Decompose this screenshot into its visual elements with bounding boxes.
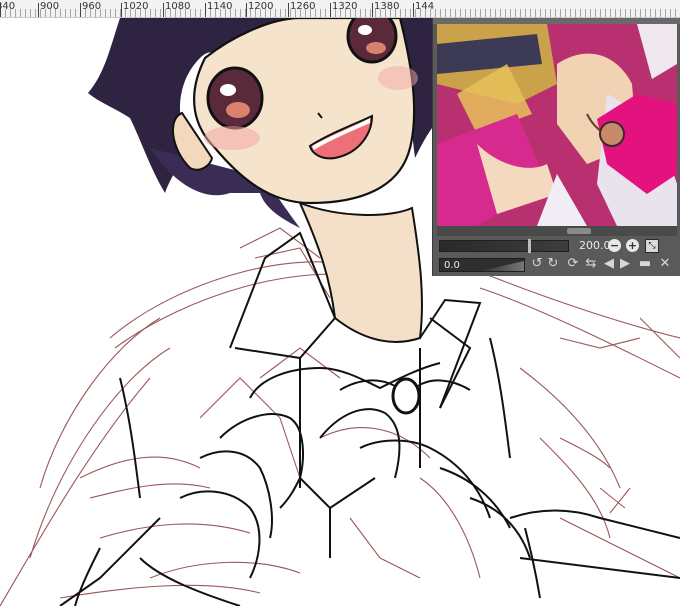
ruler-label: 1140 [207,1,233,12]
zoom-value[interactable]: 200.0 [579,239,611,252]
ruler-major-tick [38,3,39,17]
ruler-label: 1260 [290,1,316,12]
drawing-canvas[interactable]: 200.0 − + ⤡ 0.0 ↺ ↻ ⟳ ⇆ ◀ ▶ ▬ ✕ [0,18,680,606]
ruler-major-tick [330,3,331,17]
ruler-label: 840 [0,1,16,12]
zoom-slider-handle[interactable] [528,239,531,253]
left-iris-glow [226,102,250,118]
arrow-left-icon[interactable]: ◀ [601,256,617,272]
rotate-left-icon[interactable]: ↺ [529,256,545,272]
zoom-in-icon[interactable]: + [626,239,639,252]
arrow-right-icon[interactable]: ▶ [617,256,633,272]
flip-horizontal-icon[interactable]: ⇆ [583,256,599,272]
ruler-label: 1320 [332,1,358,12]
ruler-major-tick [288,3,289,17]
ruler-major-tick [80,3,81,17]
ruler-major-tick [413,3,414,17]
folder-icon[interactable]: ▬ [637,256,653,272]
blush-right [378,66,418,90]
ruler-label: 144 [415,1,435,12]
ruler-major-tick [246,3,247,17]
neck [298,201,423,343]
zoom-slider[interactable] [439,239,569,253]
trash-icon[interactable]: ✕ [657,256,673,272]
rotation-controls: 0.0 ↺ ↻ ⟳ ⇆ ◀ ▶ ▬ ✕ [437,256,677,274]
navigator-scrollbar[interactable] [437,226,677,236]
rotation-slider[interactable]: 0.0 [439,258,525,272]
ruler-label: 900 [40,1,60,12]
navigator-preview[interactable] [437,24,677,226]
ruler-major-tick [205,3,206,17]
zoom-controls: 200.0 − + ⤡ [437,238,677,254]
rotate-right-icon[interactable]: ↻ [545,256,561,272]
ruler-label: 1200 [248,1,274,12]
zoom-out-icon[interactable]: − [608,239,621,252]
ruler-label: 1380 [374,1,400,12]
ruler-label: 1080 [165,1,191,12]
fit-window-icon[interactable]: ⤡ [645,239,659,253]
left-eye [206,66,264,130]
navigator-scroll-thumb[interactable] [567,228,591,234]
ruler-label: 1020 [123,1,149,12]
left-eye-highlight [220,84,236,96]
right-iris-glow [366,42,386,54]
reset-rotation-icon[interactable]: ⟳ [565,256,581,272]
rotation-value: 0.0 [444,260,460,271]
navigator-panel: 200.0 − + ⤡ 0.0 ↺ ↻ ⟳ ⇆ ◀ ▶ ▬ ✕ [432,18,680,276]
navigator-preview-image [437,24,677,226]
ruler-major-tick [372,3,373,17]
rotation-ramp [480,261,524,271]
right-eye [346,18,398,64]
ruler-major-tick [163,3,164,17]
ruler-label: 960 [82,1,102,12]
ruler-major-tick [121,3,122,17]
right-eye-highlight [358,25,372,35]
horizontal-ruler: 840 900 960 1020 1080 1140 1200 1260 132… [0,0,680,18]
blush-left [204,126,260,150]
